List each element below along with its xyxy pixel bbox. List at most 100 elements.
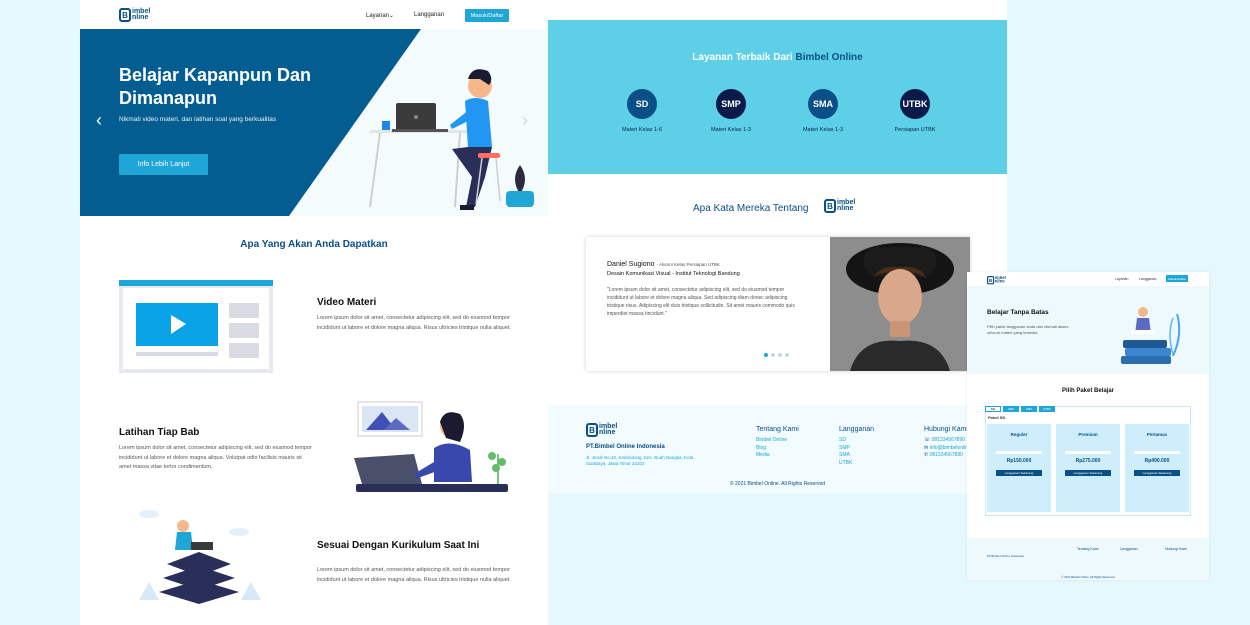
footer-contact-list: ☏ 081334567890 ✉ info@bimbelonline ✆ 081… (924, 437, 971, 460)
service-utbk[interactable]: UTBK Persiapan UTBK (875, 89, 955, 133)
plan-feature (1134, 451, 1180, 454)
feature-kurikulum-title: Sesuai Dengan Kurikulum Saat Ini (317, 540, 480, 551)
logo-text-2: nline (837, 205, 854, 212)
services-top-strip (548, 0, 1007, 20)
footer-link[interactable]: Bimbel Online (756, 437, 787, 445)
plan-feature (996, 451, 1042, 454)
feature-latihan-title: Latihan Tiap Bab (119, 427, 200, 438)
services-title-prefix: Layanan Terbaik Dari (692, 52, 796, 63)
testimonial-photo (830, 237, 970, 371)
feature-latihan-text: Lorem ipsum dolor sit amet, consectetur … (119, 445, 312, 470)
footer-about-list: Bimbel Online Blog Media (756, 437, 787, 460)
pricing-footer-subs: Langganan (1120, 547, 1138, 551)
footer-link[interactable]: UTBK (839, 460, 852, 468)
plan-subscribe-button[interactable]: Langganan Sekarang (1134, 470, 1180, 476)
nav-langganan[interactable]: Langganan (414, 12, 444, 18)
study-illustration (354, 401, 508, 492)
service-smp[interactable]: SMP Materi Kelas 1-3 (691, 89, 771, 133)
tab-sma[interactable]: SMA (1021, 406, 1037, 412)
pricing-footer-contact: Hubungi Kami (1165, 547, 1187, 551)
pricing-hero-text: Pilih paket langganan anda dan nikmati a… (987, 324, 1069, 335)
whatsapp-icon: ☏ (924, 437, 931, 443)
tab-smp[interactable]: SMP (1003, 406, 1019, 412)
footer: B imbel nline PT.Bimbel Online Indonesia … (548, 405, 1007, 493)
pricing-nav-layanan[interactable]: Layanan (1115, 277, 1128, 281)
footer-link[interactable]: Blog (756, 445, 787, 453)
logo-mark: B (987, 276, 995, 285)
logo-text-2: nline (132, 14, 149, 21)
dot-active[interactable] (764, 353, 768, 357)
logo-mark: B (119, 8, 131, 22)
mail-icon: ✉ (924, 444, 929, 451)
service-sd[interactable]: SD Materi Kelas 1-6 (602, 89, 682, 133)
testimonial-title: Apa Kata Mereka Tentang (693, 203, 809, 214)
plan-price: Rp275.000 (1075, 458, 1101, 464)
pricing-section-title: Pilih Paket Belajar (1061, 388, 1115, 394)
service-smp-badge: SMP (716, 89, 746, 119)
service-sd-caption: Materi Kelas 1-6 (621, 127, 663, 133)
pricing-login-button[interactable]: Masuk/Daftar (1166, 275, 1188, 282)
footer-logo: B imbel nline (586, 423, 617, 437)
nav-layanan[interactable]: Layanan⌄ (366, 12, 394, 19)
dot[interactable] (771, 353, 775, 357)
pricing-footer-copy: © 2021 Bimbel Online. All Rights Reserve… (1061, 575, 1115, 579)
pricing-footer-company: PT.Bimbel Online Indonesia (987, 554, 1024, 558)
contact-email[interactable]: info@bimbelonline (930, 445, 971, 451)
pricing-footer-about: Tentang Kami (1077, 547, 1099, 551)
footer-link[interactable]: SMP (839, 445, 852, 453)
video-illustration (119, 280, 273, 373)
plan-price: Rp490.000 (1144, 458, 1170, 464)
carousel-next-icon[interactable]: › (522, 111, 528, 129)
hero-subtitle: Nikmati video materi, dan latihan soal y… (119, 116, 277, 123)
footer-link[interactable]: SD (839, 437, 852, 445)
plan-feature (1065, 451, 1111, 454)
pricing-logo[interactable]: B imbel nline (987, 276, 1006, 285)
plan-name: Reguler (1010, 432, 1028, 437)
plan-subscribe-button[interactable]: Langganan Sekarang (1065, 470, 1111, 476)
contact-phone-2[interactable]: 081334567890 (930, 452, 963, 458)
contact-phone[interactable]: 081334567890 (932, 437, 965, 443)
brand-logo[interactable]: B imbel nline (119, 8, 150, 22)
plan-name: Premium (1078, 432, 1098, 437)
footer-copyright: © 2021 Bimbel Online. All Rights Reserve… (729, 481, 826, 487)
navbar: B imbel nline Layanan⌄ Langganan Masuk/Da… (80, 0, 548, 30)
service-sma[interactable]: SMA Materi Kelas 1-3 (783, 89, 863, 133)
footer-contact-title: Hubungi Kami (924, 426, 968, 433)
testimonial-quote: "Lorem ipsum dolor sit amet, consectetur… (607, 287, 795, 317)
reading-illustration (1121, 307, 1181, 364)
info-button[interactable]: Info Lebih Lanjut (119, 154, 208, 175)
footer-company: PT.Bimbel Online Indonesia (586, 444, 665, 450)
testimonial-role: - Alumni Kelas Persiapan UTBK (656, 262, 720, 267)
tab-sd[interactable]: SD (985, 406, 1001, 412)
hero-banner: ‹ › Belajar Kapanpun Dan Dimanapun Nikma… (80, 29, 548, 216)
login-button[interactable]: Masuk/Daftar (465, 9, 509, 22)
pricing-footer (967, 538, 1209, 580)
service-sma-badge: SMA (808, 89, 838, 119)
nav-layanan-label: Layanan (366, 13, 390, 19)
tab-utbk[interactable]: UTBK (1039, 406, 1055, 412)
testimonial-section: Apa Kata Mereka Tentang B imbel nline Dan… (548, 174, 1007, 405)
testimonial-name: Daniel Sugiono (607, 261, 655, 268)
feature-video-text: Lorem ipsum dolor sit amet, consectetur … (317, 315, 511, 331)
services-title-brand: Bimbel Online (795, 52, 863, 63)
testimonial-card: Daniel Sugiono - Alumni Kelas Persiapan … (586, 237, 970, 371)
pricing-page: B imbel nline Layanan Langganan Masuk/Daf… (967, 272, 1209, 580)
hero-title: Belajar Kapanpun Dan Dimanapun (119, 65, 312, 108)
plan-subscribe-button[interactable]: Langganan Sekarang (996, 470, 1042, 476)
features-title: Apa Yang Akan Anda Dapatkan (240, 239, 388, 250)
dot[interactable] (778, 353, 782, 357)
phone-icon: ✆ (924, 452, 929, 458)
footer-link[interactable]: SMA (839, 452, 852, 460)
footer-subs-title: Langganan (839, 426, 875, 433)
books-illustration (139, 510, 261, 604)
carousel-prev-icon[interactable]: ‹ (96, 111, 102, 129)
plan-name: Pertamax (1146, 432, 1168, 437)
footer-subs-list: SD SMP SMA UTBK (839, 437, 852, 467)
logo-mark: B (586, 423, 598, 437)
testimonial-dept: Desain Komunikasi Visual - Institut Tekn… (607, 271, 740, 277)
dot[interactable] (785, 353, 789, 357)
logo-mark: B (824, 199, 836, 213)
footer-link[interactable]: Media (756, 452, 787, 460)
pricing-nav-langganan[interactable]: Langganan (1139, 277, 1157, 281)
logo-text-2: nline (599, 429, 616, 436)
